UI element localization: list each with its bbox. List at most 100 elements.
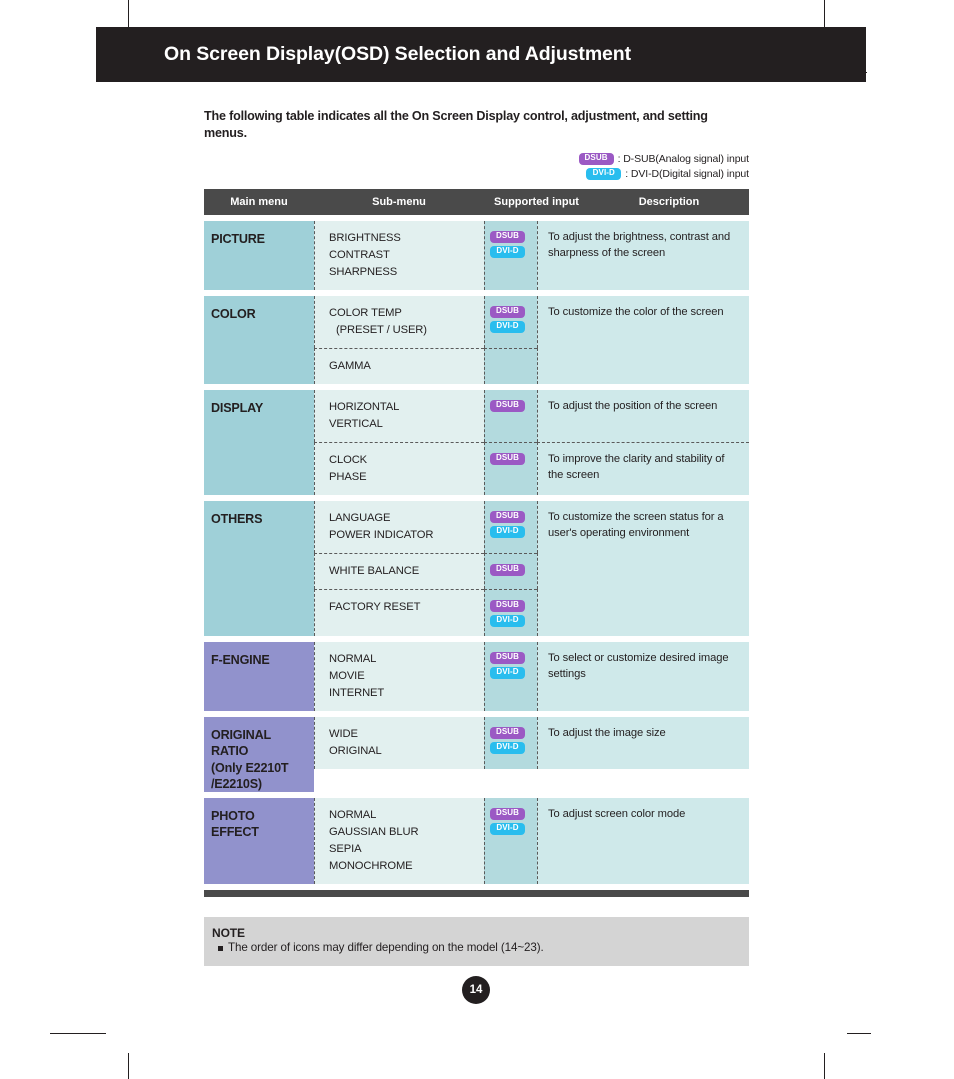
supported-input-cell: DSUB [484,553,537,590]
intro-paragraph: The following table indicates all the On… [204,109,708,140]
description-cell [537,553,749,590]
sub-menu-item: BRIGHTNESS [329,232,401,245]
sub-menu-item: PHASE [329,471,367,484]
dvid-badge: DVI-D [490,667,525,680]
sub-menu-item: FACTORY RESET [329,601,421,614]
note-items: The order of icons may differ depending … [212,941,749,954]
main-menu-label: PICTURE [211,232,265,247]
description-cell [537,589,749,637]
page-title: On Screen Display(OSD) Selection and Adj… [164,43,632,65]
description-cell: To customize the screen status for a use… [537,501,749,554]
supported-input-cell: DSUB DVI-D [484,501,537,554]
crop-mark-top-left [128,0,129,27]
row-sections: NORMAL GAUSSIAN BLUR SEPIA MONOCHROME DSUB DV… [314,797,749,884]
dvid-badge: DVI-D [490,246,525,259]
dsub-badge: DSUB [490,727,525,740]
note-item: The order of icons may differ depending … [212,941,749,954]
sub-menu-item: POWER INDICATOR [329,529,434,542]
crop-mark-bottom-right [824,1053,825,1079]
row-sections: WIDE ORIGINAL DSUB DVI-D To adjust the image… [314,717,749,791]
dvid-badge: DVI-D [586,168,622,181]
note-block: NOTE The order of icons may differ depen… [204,916,749,966]
table-row: F-ENGINE NORMAL MOVIE INTERNET DSUB DVI-D To s… [204,642,749,712]
row-sections: NORMAL MOVIE INTERNET DSUB DVI-D To select or… [314,642,749,712]
crop-mark-top-right [824,0,825,27]
legend-label: : D-SUB(Analog signal) input [617,153,750,166]
main-menu-cell: PICTURE [204,221,314,291]
sub-menu-item: NORMAL [329,808,377,821]
supported-input-cell: DSUB DVI-D [484,221,537,291]
main-menu-label: /E2210S) [211,776,262,791]
sub-menu-cell: BRIGHTNESS CONTRAST SHARPNESS [314,221,484,291]
description-cell: To improve the clarity and stability of … [537,442,749,496]
description-cell: To adjust the image size [537,717,749,770]
main-menu-label: OTHERS [211,512,263,527]
sub-menu-item: LANGUAGE [329,512,391,525]
sub-menu-cell: FACTORY RESET [314,589,484,637]
row-section: COLOR TEMP (PRESET / USER) DSUB DVI-D To cus… [314,296,749,349]
sub-menu-item: ORIGINAL [329,745,382,758]
row-section: GAMMA [314,348,749,385]
dsub-badge: DSUB [490,600,525,613]
dsub-badge: DSUB [490,807,525,820]
sub-menu-cell: NORMAL MOVIE INTERNET [314,642,484,712]
supported-input-cell: DSUB DVI-D [484,717,537,770]
main-menu-label: COLOR [211,307,256,322]
dsub-badge: DSUB [578,153,614,166]
sub-menu-cell: GAMMA [314,348,484,385]
column-header-sub-menu: Sub-menu [372,196,426,209]
supported-input-cell: DSUB [484,442,537,496]
row-section: HORIZONTAL VERTICAL DSUB To adjust the posi… [314,390,749,443]
main-menu-label: ORIGINAL [211,728,271,743]
sub-menu-cell: WHITE BALANCE [314,553,484,590]
supported-input-cell: DSUB [484,390,537,443]
column-header-main-menu: Main menu [230,196,288,209]
table-header-row: Main menu Sub-menu Supported input Descr… [204,189,749,216]
sub-menu-item: INTERNET [329,687,385,700]
main-menu-cell: ORIGINAL RATIO (Only E2210T/E2210S) [204,717,314,792]
row-section: LANGUAGE POWER INDICATOR DSUB DVI-D To custo… [314,501,749,554]
description-cell: To select or customize desired image set… [537,642,749,712]
main-menu-label: EFFECT [211,824,259,839]
description-cell: To adjust screen color mode [537,797,749,884]
description-cell: To adjust the brightness, contrast and s… [537,221,749,291]
description-cell: To adjust the position of the screen [537,390,749,443]
legend-item: DVI-D: DVI-D(Digital signal) input [586,168,749,180]
dvid-badge: DVI-D [490,321,525,334]
main-menu-cell: DISPLAY [204,390,314,496]
main-menu-label: DISPLAY [211,401,264,416]
column-header-description: Description [638,196,700,209]
row-section: BRIGHTNESS CONTRAST SHARPNESS DSUB DVI-D To a… [314,221,749,291]
sub-menu-item: GAUSSIAN BLUR [329,825,419,838]
sub-menu-item: COLOR TEMP [329,307,402,320]
sub-menu-item: WHITE BALANCE [329,565,420,578]
note-item-text: The order of icons may differ depending … [228,940,544,954]
page-content: The following table indicates all the On… [204,108,749,966]
dsub-badge: DSUB [490,400,525,413]
row-sections: HORIZONTAL VERTICAL DSUB To adjust the posi… [314,390,749,496]
dsub-badge: DSUB [490,564,525,577]
legend-item: DSUB: D-SUB(Analog signal) input [578,153,750,166]
crop-mark-right-bottom [847,1033,871,1034]
description-cell [537,348,749,385]
dvid-badge: DVI-D [490,822,525,835]
sub-menu-item: NORMAL [329,653,377,666]
dvid-badge: DVI-D [490,742,525,755]
page-number-badge: 14 [462,976,490,1004]
main-menu-cell: PHOTO EFFECT [204,797,314,884]
table-bottom-bar [204,889,749,897]
sub-menu-item: SHARPNESS [329,266,398,279]
row-section: CLOCK PHASE DSUB To improve the clarity and… [314,442,749,496]
dsub-badge: DSUB [490,306,525,319]
row-section: WHITE BALANCE DSUB [314,553,749,590]
table-row: OTHERS LANGUAGE POWER INDICATOR DSUB DVI-D To… [204,501,749,637]
supported-input-cell: DSUB DVI-D [484,589,537,637]
row-sections: LANGUAGE POWER INDICATOR DSUB DVI-D To custo… [314,501,749,637]
main-menu-label: RATIO [211,744,249,759]
crop-mark-left-bottom [50,1033,106,1034]
signal-legend: DSUB: D-SUB(Analog signal) input DVI-D: D… [204,153,749,180]
table-row: PICTURE BRIGHTNESS CONTRAST SHARPNESS DSUB DV… [204,221,749,291]
supported-input-cell: DSUB DVI-D [484,797,537,884]
sub-menu-item: MOVIE [329,670,365,683]
sub-menu-item: CONTRAST [329,249,390,262]
